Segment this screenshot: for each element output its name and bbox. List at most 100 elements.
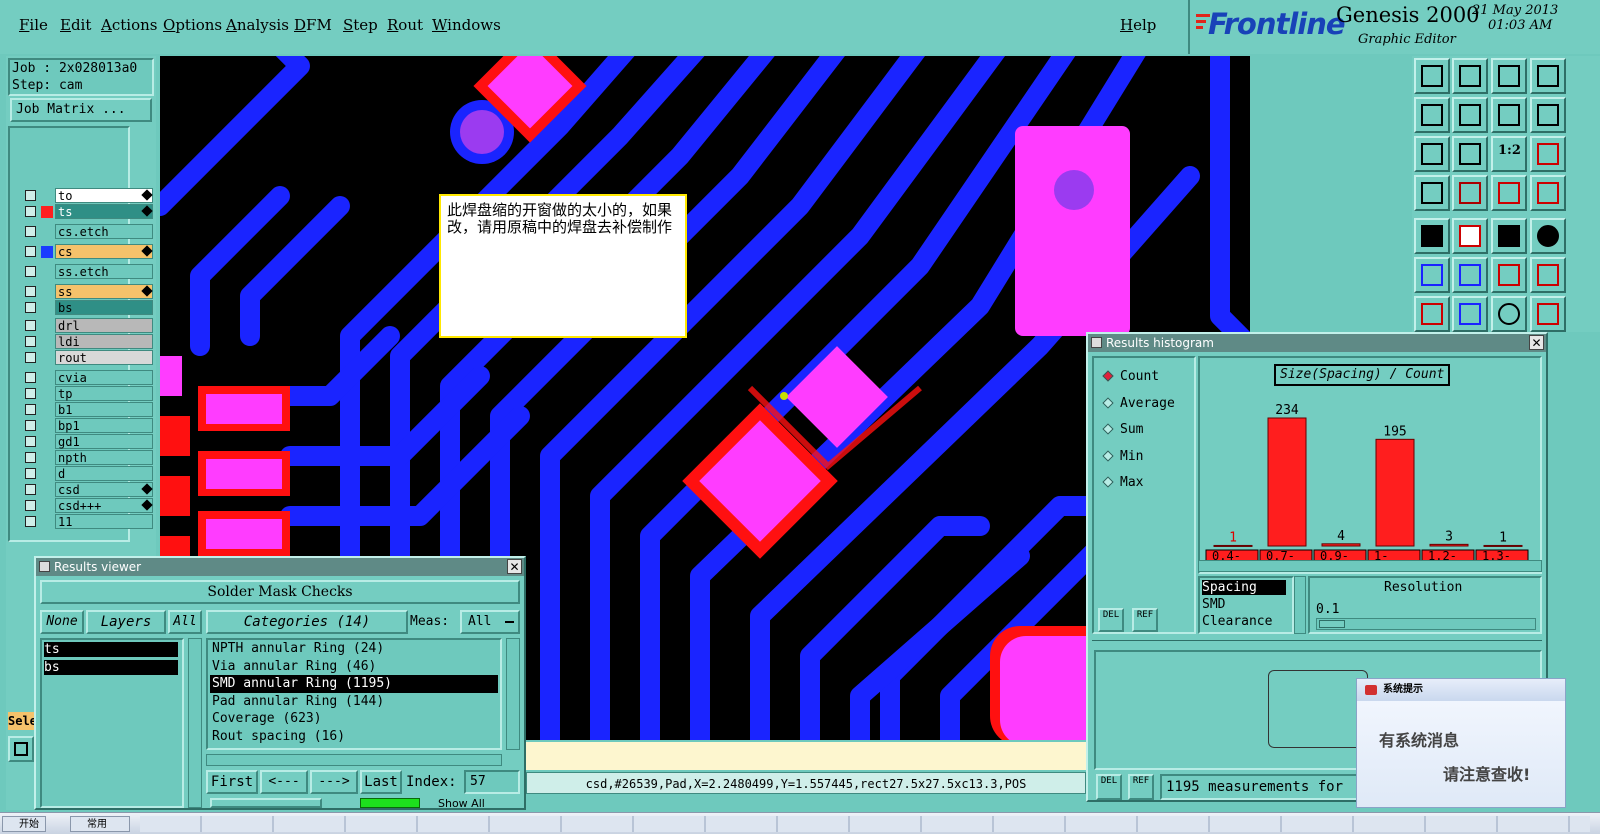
mode-sum[interactable]: Sum bbox=[1094, 419, 1194, 441]
tool-save-icon[interactable] bbox=[1452, 58, 1488, 94]
layer-list-scrollbar[interactable] bbox=[188, 638, 202, 808]
layer-checkbox[interactable] bbox=[25, 468, 36, 479]
histogram-bar[interactable] bbox=[1321, 543, 1361, 547]
layer-checkbox[interactable] bbox=[25, 336, 36, 347]
layer-checkbox[interactable] bbox=[25, 388, 36, 399]
layer-checkbox[interactable] bbox=[25, 404, 36, 415]
menu-dfm[interactable]: DFM bbox=[294, 16, 332, 34]
layer-row-ts[interactable]: ts bbox=[25, 204, 153, 219]
layer-row-b1[interactable]: b1 bbox=[25, 402, 153, 417]
menu-analysis[interactable]: Analysis bbox=[226, 16, 289, 34]
window-menu-icon[interactable] bbox=[39, 561, 50, 572]
last-button[interactable]: Last bbox=[360, 770, 402, 794]
tool-zoom-all-icon[interactable] bbox=[1414, 136, 1450, 172]
type-smd[interactable]: SMD bbox=[1202, 597, 1286, 612]
tool-open-icon[interactable] bbox=[1414, 58, 1450, 94]
histogram-bar[interactable] bbox=[1375, 438, 1415, 547]
type-scrollbar[interactable] bbox=[1294, 576, 1306, 634]
tool-move-icon[interactable] bbox=[1491, 257, 1527, 293]
menu-step[interactable]: Step bbox=[343, 16, 378, 34]
layer-checkbox[interactable] bbox=[25, 302, 36, 313]
results-viewer-titlebar[interactable]: Results viewer ✕ bbox=[36, 558, 524, 576]
taskbar-items[interactable] bbox=[140, 816, 1590, 832]
mode-max[interactable]: Max bbox=[1094, 472, 1194, 494]
layer-row-ss[interactable]: ss bbox=[25, 284, 153, 299]
layer-row-d[interactable]: d bbox=[25, 466, 153, 481]
tool-connect-icon[interactable] bbox=[1414, 257, 1450, 293]
taskbar-item[interactable]: 常用 bbox=[70, 816, 130, 832]
tool-pad-icon[interactable] bbox=[1530, 218, 1566, 254]
layer-row-11[interactable]: 11 bbox=[25, 514, 153, 529]
layer-checkbox[interactable] bbox=[25, 266, 36, 277]
layer-checkbox[interactable] bbox=[25, 352, 36, 363]
layer-row-bp1[interactable]: bp1 bbox=[25, 418, 153, 433]
tool-layer-icon[interactable] bbox=[1530, 296, 1566, 332]
layer-row-to[interactable]: to bbox=[25, 188, 153, 203]
layer-row-npth[interactable]: npth bbox=[25, 450, 153, 465]
tool-export-icon[interactable] bbox=[1452, 97, 1488, 133]
category-list[interactable]: NPTH annular Ring (24) Via annular Ring (… bbox=[206, 638, 502, 750]
layer-checkbox[interactable] bbox=[25, 436, 36, 447]
tool-zoom-fit-icon[interactable] bbox=[1452, 136, 1488, 172]
type-spacing[interactable]: Spacing bbox=[1202, 580, 1286, 595]
tool-move2-icon[interactable] bbox=[1530, 257, 1566, 293]
first-button[interactable]: First bbox=[206, 770, 258, 794]
job-matrix-button[interactable]: Job Matrix ... bbox=[10, 98, 152, 122]
layer-checkbox[interactable] bbox=[25, 516, 36, 527]
menu-options[interactable]: Options bbox=[163, 16, 222, 34]
start-button[interactable]: 开始 bbox=[2, 816, 46, 832]
category-item[interactable]: SMD annular Ring (1195) bbox=[210, 675, 498, 693]
action-button-1[interactable] bbox=[210, 798, 322, 808]
menu-help[interactable]: Help bbox=[1120, 16, 1156, 34]
tool-split-icon[interactable] bbox=[1491, 97, 1527, 133]
ref-button[interactable]: REF bbox=[1132, 608, 1158, 632]
tool-route-icon[interactable] bbox=[1530, 97, 1566, 133]
close-icon[interactable]: ✕ bbox=[507, 559, 522, 574]
category-item[interactable]: Coverage (623) bbox=[210, 710, 498, 728]
layer-checkbox[interactable] bbox=[25, 206, 36, 217]
tool-net-icon[interactable] bbox=[1491, 175, 1527, 211]
tool-window-icon[interactable] bbox=[1530, 58, 1566, 94]
histogram-bar[interactable] bbox=[1483, 544, 1523, 547]
none-button[interactable]: None bbox=[40, 610, 84, 634]
system-notification[interactable]: 系统提示 有系统消息 请注意查收! bbox=[1356, 678, 1566, 808]
tool-scale-icon[interactable]: 1:2 bbox=[1491, 136, 1527, 172]
prev-button[interactable]: <--- bbox=[260, 770, 308, 794]
show-all-toggle[interactable]: Show All bbox=[438, 797, 485, 808]
tool-shape-icon[interactable] bbox=[1452, 218, 1488, 254]
slider-thumb[interactable] bbox=[1319, 620, 1345, 628]
menu-file[interactable]: File bbox=[19, 16, 48, 34]
category-hscrollbar[interactable] bbox=[206, 754, 502, 766]
mode-average[interactable]: Average bbox=[1094, 393, 1194, 415]
category-scrollbar[interactable] bbox=[506, 638, 520, 750]
category-item[interactable]: Via annular Ring (46) bbox=[210, 658, 498, 676]
layer-row-cs.etch[interactable]: cs.etch bbox=[25, 224, 153, 239]
histogram-bar[interactable] bbox=[1429, 543, 1469, 547]
tool-copy-icon[interactable] bbox=[1414, 218, 1450, 254]
all-layers-button[interactable]: All bbox=[168, 610, 202, 634]
layer-results-list[interactable]: ts bs bbox=[40, 638, 184, 808]
layer-checkbox[interactable] bbox=[25, 420, 36, 431]
menu-windows[interactable]: Windows bbox=[432, 16, 501, 34]
tool-undo-icon[interactable] bbox=[1491, 296, 1527, 332]
layer-checkbox[interactable] bbox=[25, 246, 36, 257]
layer-row-cs[interactable]: cs bbox=[25, 244, 153, 259]
layer-row-cvia[interactable]: cvia bbox=[25, 370, 153, 385]
window-menu-icon[interactable] bbox=[1091, 337, 1102, 348]
tool-home-icon[interactable] bbox=[1491, 58, 1527, 94]
ref-button-bottom[interactable]: REF bbox=[1128, 774, 1154, 800]
mode-count[interactable]: Count bbox=[1094, 366, 1194, 388]
result-layer-ts[interactable]: ts bbox=[44, 642, 178, 657]
result-layer-bs[interactable]: bs bbox=[44, 660, 178, 675]
layer-row-drl[interactable]: drl bbox=[25, 318, 153, 333]
annotation-note[interactable]: 此焊盘缩的开窗做的太小的，如果 改，请用原稿中的焊盘去补偿制作 bbox=[439, 194, 687, 338]
categories-button[interactable]: Categories (14) bbox=[206, 610, 408, 634]
tool-cross-icon[interactable] bbox=[1452, 257, 1488, 293]
layer-checkbox[interactable] bbox=[25, 320, 36, 331]
tool-draw-icon[interactable] bbox=[1452, 296, 1488, 332]
selection-label[interactable]: Sele bbox=[8, 712, 36, 730]
layer-row-csd[interactable]: csd bbox=[25, 482, 153, 497]
tool-measure-icon[interactable] bbox=[1414, 175, 1450, 211]
menu-actions[interactable]: Actions bbox=[101, 16, 157, 34]
category-item[interactable]: Pad annular Ring (144) bbox=[210, 693, 498, 711]
